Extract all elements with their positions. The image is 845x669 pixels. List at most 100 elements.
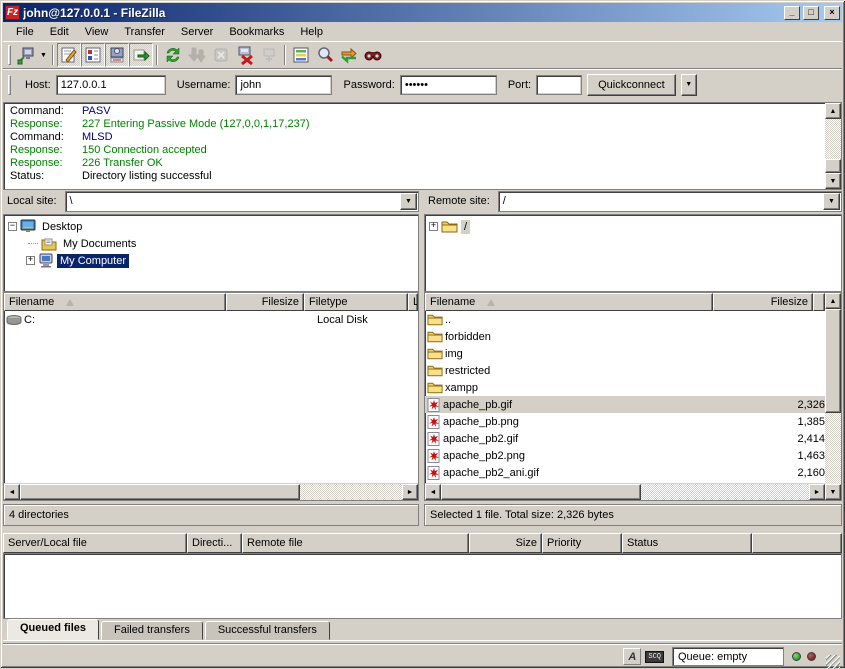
file-row[interactable]: apache_pb2.png 1,463 (425, 447, 825, 464)
queue-column-status[interactable]: Status (622, 533, 752, 553)
tab-successful-transfers[interactable]: Successful transfers (205, 621, 330, 640)
quickconnect-button[interactable]: Quickconnect (587, 74, 676, 96)
column-header-lastmodified[interactable]: L (408, 293, 418, 311)
scroll-right-button[interactable]: ► (809, 484, 825, 500)
local-site-combobox[interactable]: \ ▼ (65, 191, 419, 212)
remote-site-combobox[interactable]: / ▼ (498, 191, 842, 212)
column-header-filesize[interactable]: Filesize (713, 293, 813, 311)
file-row[interactable]: apache_pb2_ani.gif 2,160 (425, 464, 825, 481)
toggle-log-view-button[interactable] (57, 43, 81, 67)
username-input[interactable] (235, 75, 332, 95)
reconnect-icon (260, 46, 278, 64)
tree-item-desktop[interactable]: − Desktop (8, 218, 418, 235)
queue-column-server-local-file[interactable]: Server/Local file (3, 533, 187, 553)
activity-led-red (807, 652, 816, 661)
local-treeview-icon (84, 46, 102, 64)
file-row[interactable]: img (425, 345, 825, 362)
scroll-left-button[interactable]: ◄ (4, 484, 20, 500)
file-row[interactable]: restricted (425, 362, 825, 379)
password-input[interactable] (400, 75, 497, 95)
menu-bookmarks[interactable]: Bookmarks (222, 24, 291, 40)
file-row[interactable]: apache_pb.png 1,385 (425, 413, 825, 430)
file-row[interactable]: apache_pb2.gif 2,414 (425, 430, 825, 447)
remote-list-body: .. forbidden img (425, 311, 825, 483)
queue-header: Server/Local file Directi... Remote file… (3, 533, 842, 553)
scrollbar-thumb[interactable] (825, 309, 841, 413)
quickconnect-dropdown-arrow[interactable]: ▼ (681, 74, 697, 96)
column-header-filename[interactable]: Filename (4, 293, 226, 311)
toggle-local-treeview-button[interactable] (81, 43, 105, 67)
expand-box[interactable]: + (26, 256, 35, 265)
quickconnect-grip[interactable] (8, 75, 11, 95)
column-header-filesize[interactable]: Filesize (226, 293, 304, 311)
scrollbar-thumb[interactable] (825, 159, 841, 173)
remote-vertical-scrollbar[interactable]: ▲ ▼ (825, 293, 841, 500)
file-row[interactable]: xampp (425, 379, 825, 396)
find-files-button[interactable] (361, 43, 385, 67)
toolbar-grip[interactable] (8, 45, 11, 65)
remote-horizontal-scrollbar[interactable]: ◄ ► (425, 483, 825, 500)
speed-limit-badge-icon: SCQ (645, 651, 664, 663)
browser-panes: Local site: \ ▼ − Desktop (3, 190, 842, 526)
tree-item-root[interactable]: + / (429, 218, 841, 235)
remote-site-dropdown-arrow[interactable]: ▼ (823, 193, 840, 210)
port-label: Port: (508, 79, 531, 91)
cancel-icon (212, 46, 230, 64)
file-row-c-drive[interactable]: C: Local Disk (4, 311, 418, 328)
file-row-selected[interactable]: apache_pb.gif 2,326 (425, 396, 825, 413)
toggle-remote-treeview-button[interactable] (105, 43, 129, 67)
menu-edit[interactable]: Edit (43, 24, 76, 40)
site-manager-dropdown-arrow[interactable]: ▼ (38, 45, 49, 65)
disconnect-button[interactable] (233, 43, 257, 67)
menu-view[interactable]: View (78, 24, 116, 40)
scrollbar-thumb[interactable] (441, 484, 641, 500)
process-queue-button (185, 43, 209, 67)
column-header-filetype[interactable]: Filetype (304, 293, 408, 311)
queue-column-direction[interactable]: Directi... (187, 533, 242, 553)
site-manager-button[interactable] (14, 43, 38, 67)
menu-server[interactable]: Server (174, 24, 220, 40)
scrollbar-thumb[interactable] (20, 484, 300, 500)
queue-column-size[interactable]: Size (469, 533, 542, 553)
scroll-right-button[interactable]: ► (402, 484, 418, 500)
menu-help[interactable]: Help (293, 24, 330, 40)
file-row[interactable]: forbidden (425, 328, 825, 345)
tab-queued-files[interactable]: Queued files (7, 619, 99, 640)
minimize-button[interactable]: _ (784, 6, 800, 20)
scroll-left-button[interactable]: ◄ (425, 484, 441, 500)
scroll-down-button[interactable]: ▼ (825, 173, 841, 189)
queue-column-remote-file[interactable]: Remote file (242, 533, 469, 553)
local-tree: − Desktop My Documents + (3, 214, 419, 292)
menu-transfer[interactable]: Transfer (117, 24, 172, 40)
expand-box[interactable]: + (429, 222, 438, 231)
remote-list-header: Filename Filesize (425, 293, 825, 311)
local-site-dropdown-arrow[interactable]: ▼ (400, 193, 417, 210)
refresh-button[interactable] (161, 43, 185, 67)
tree-item-my-documents[interactable]: My Documents (8, 235, 418, 252)
scroll-up-button[interactable]: ▲ (825, 103, 841, 119)
menu-file[interactable]: File (9, 24, 41, 40)
file-row[interactable]: .. (425, 311, 825, 328)
tree-item-my-computer[interactable]: + My Computer (8, 252, 418, 269)
collapse-box[interactable]: − (8, 222, 17, 231)
resize-grip[interactable] (826, 655, 840, 669)
scroll-up-button[interactable]: ▲ (825, 293, 841, 309)
column-header-filename[interactable]: Filename (425, 293, 713, 311)
maximize-button[interactable]: □ (803, 6, 819, 20)
close-button[interactable]: × (824, 6, 840, 20)
scroll-down-button[interactable]: ▼ (825, 484, 841, 500)
directory-comparison-button[interactable] (313, 43, 337, 67)
folder-icon (427, 364, 443, 377)
sort-ascending-icon (487, 299, 495, 306)
port-input[interactable] (536, 75, 582, 95)
log-vertical-scrollbar[interactable]: ▲ ▼ (825, 103, 841, 189)
local-horizontal-scrollbar[interactable]: ◄ ► (4, 483, 418, 500)
queue-column-priority[interactable]: Priority (542, 533, 622, 553)
filter-button[interactable] (289, 43, 313, 67)
host-input[interactable] (56, 75, 166, 95)
toggle-transfer-queue-button[interactable] (129, 43, 153, 67)
find-files-icon (363, 45, 383, 65)
tab-failed-transfers[interactable]: Failed transfers (101, 621, 203, 640)
synchronized-browsing-button[interactable] (337, 43, 361, 67)
log-line: Response:227 Entering Passive Mode (127,… (10, 118, 825, 131)
